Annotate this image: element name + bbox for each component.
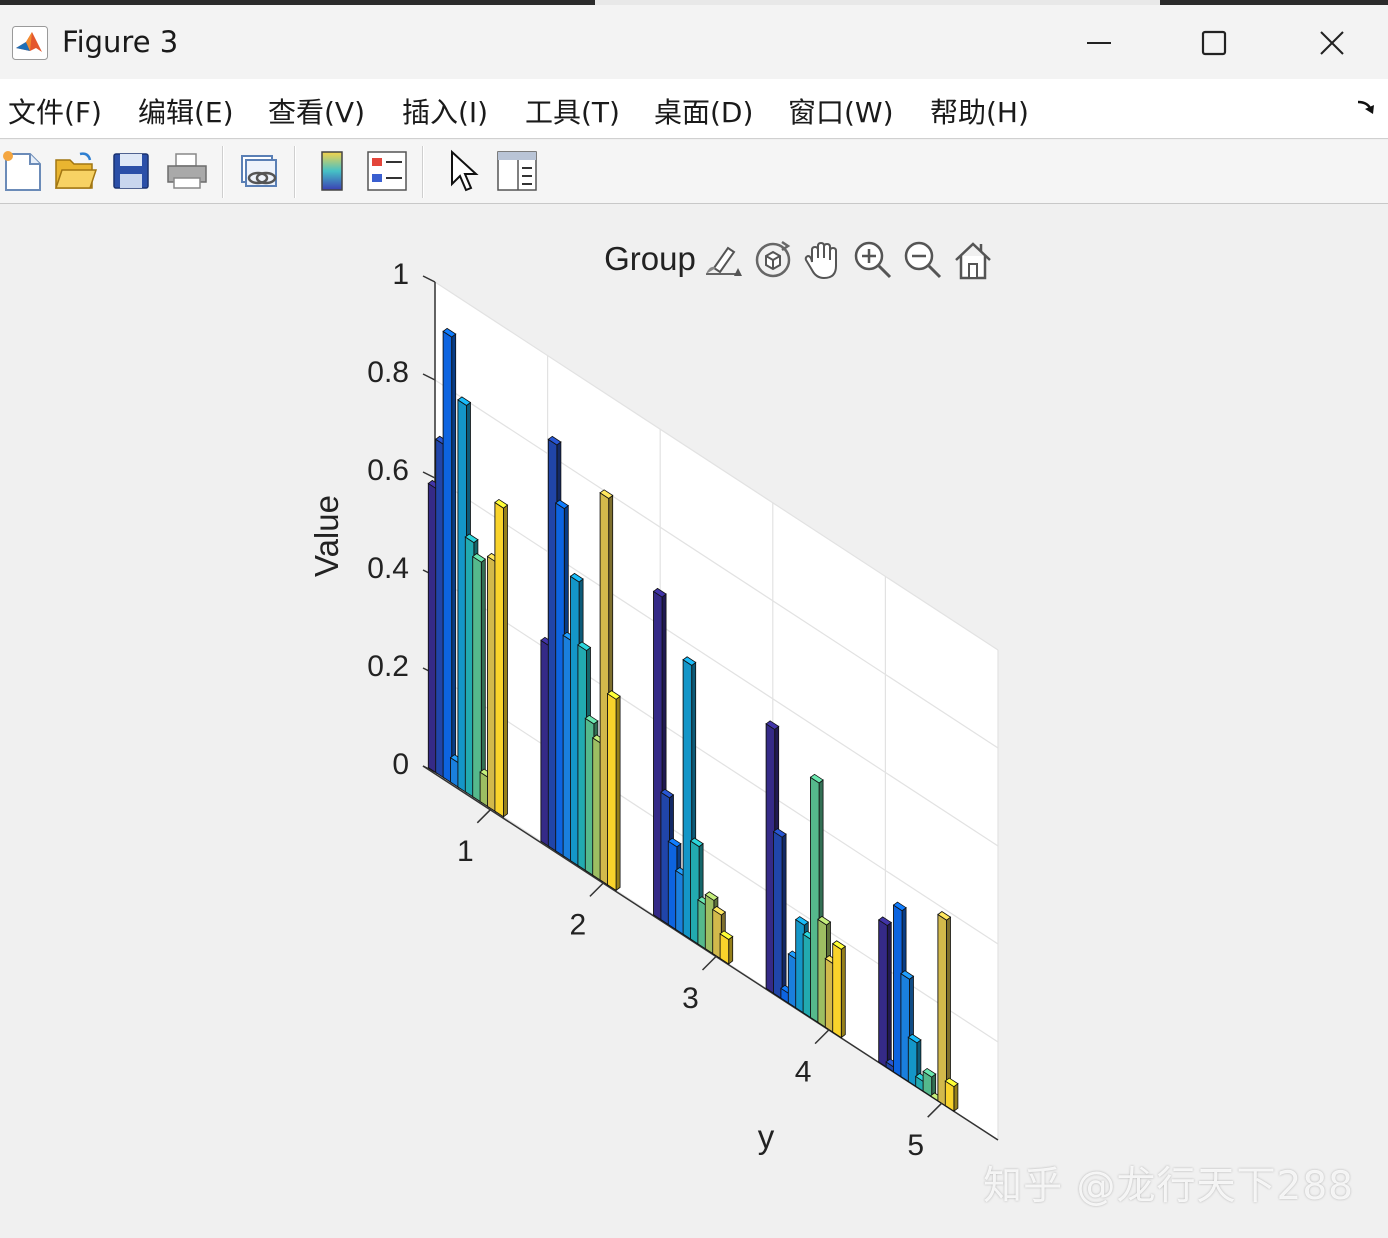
bar	[773, 830, 783, 1000]
pan-icon[interactable]	[800, 238, 846, 282]
y-tick-label: 3	[682, 982, 699, 1015]
bar3-plot[interactable]: 0 0.2 0.4 0.6 0.8 1 1 2 3 4 5 Group Value y	[0, 0, 1388, 1238]
chart-title: Group	[604, 240, 696, 277]
bar-side	[946, 916, 951, 1108]
bar-side	[728, 935, 734, 965]
home-icon[interactable]	[950, 238, 996, 282]
z-tick-label: 0	[392, 748, 409, 781]
y-tick-label: 4	[795, 1056, 812, 1089]
bar-side	[953, 1082, 959, 1112]
zoom-out-icon[interactable]	[900, 238, 946, 282]
y-tick-label: 1	[457, 835, 474, 868]
z-tick-label: 0.8	[367, 356, 409, 389]
bar-side	[451, 333, 457, 784]
bar	[494, 501, 504, 818]
bar	[832, 942, 842, 1039]
bar-side	[886, 921, 892, 1069]
z-tick-label: 0.6	[367, 454, 409, 487]
z-tick-label: 0.2	[367, 650, 409, 683]
bar-side	[615, 695, 621, 892]
bar	[878, 919, 888, 1069]
y-tick-mark	[701, 955, 718, 971]
bar-side	[480, 558, 486, 804]
z-tick-mark	[422, 471, 436, 479]
z-tick-label: 1	[392, 258, 409, 291]
y-tick-mark	[589, 881, 605, 897]
z-tick-label: 0.4	[367, 552, 409, 585]
y-axis-label: y	[758, 1118, 775, 1155]
z-axis-label: Value	[308, 495, 345, 577]
z-tick-mark	[422, 373, 436, 381]
rotate-3d-icon[interactable]	[750, 238, 796, 282]
bar	[472, 555, 482, 804]
y-tick-mark	[476, 808, 492, 824]
bar-side	[503, 504, 508, 818]
y-tick-mark	[927, 1102, 943, 1118]
bar	[607, 692, 617, 892]
bar-side	[840, 945, 846, 1039]
y-tick-mark	[814, 1029, 830, 1045]
watermark-text: 知乎 @龙行天下288	[983, 1164, 1354, 1209]
bar-side	[781, 833, 787, 1000]
z-tick-mark	[422, 275, 436, 283]
zoom-in-icon[interactable]	[850, 238, 896, 282]
axes-toolbar	[700, 238, 996, 282]
bar	[937, 913, 947, 1108]
y-tick-label: 5	[907, 1129, 924, 1162]
brush-icon[interactable]	[700, 238, 746, 282]
y-tick-label: 2	[570, 908, 587, 941]
bar	[442, 330, 453, 784]
